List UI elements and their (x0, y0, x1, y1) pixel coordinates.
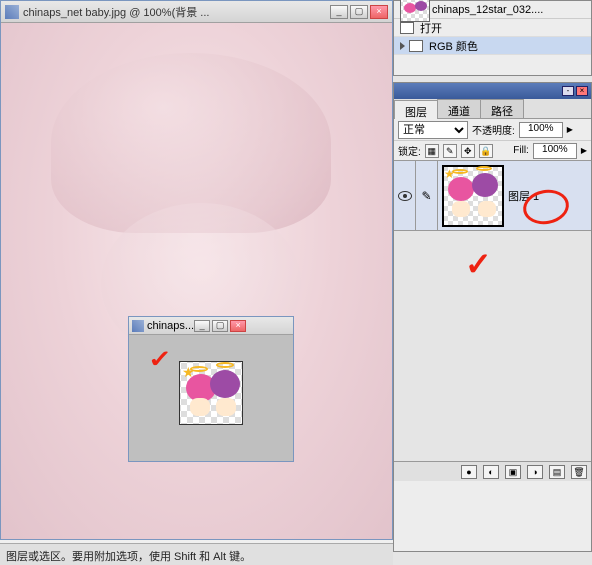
small-document-window: chinaps... _ ▢ × ★ (128, 316, 294, 462)
new-layer-button[interactable]: ▤ (549, 465, 565, 479)
panel-header[interactable]: - × (394, 83, 591, 99)
history-panel: chinaps_12star_032.... 打开 RGB 颜色 (393, 0, 592, 76)
history-doc-name: chinaps_12star_032.... (432, 4, 543, 16)
history-item-label: RGB 颜色 (429, 38, 478, 54)
panel-tabs: 图层 通道 路径 (394, 99, 591, 119)
fill-flyout-icon[interactable]: ▶ (581, 146, 587, 155)
open-icon (400, 22, 414, 34)
angel-skin (216, 398, 236, 416)
small-titlebar[interactable]: chinaps... _ ▢ × (129, 317, 293, 335)
lock-move-icon[interactable]: ✥ (461, 144, 475, 158)
status-text: 图层或选区。要用附加选项，使用 Shift 和 Alt 键。 (6, 551, 251, 563)
history-item-open[interactable]: 打开 (394, 19, 591, 37)
opacity-input[interactable]: 100% (519, 122, 563, 138)
history-item-rgb[interactable]: RGB 颜色 (394, 37, 591, 55)
app-icon (5, 5, 19, 19)
maximize-button[interactable]: ▢ (350, 5, 368, 19)
lock-row: 锁定: ▦ ✎ ✥ 🔒 Fill: 100% ▶ (394, 141, 591, 161)
annotation-checkmark: ✓ (148, 345, 172, 374)
main-title: chinaps_net baby.jpg @ 100%(背景 ... (23, 4, 330, 20)
adjustment-layer-button[interactable]: ◑ (527, 465, 543, 479)
mode-icon (409, 40, 423, 52)
angel-skin (190, 398, 210, 416)
history-item-label: 打开 (420, 20, 442, 36)
active-layer-indicator[interactable]: ✎ (416, 161, 438, 230)
triangle-icon (400, 42, 405, 50)
lock-all-icon[interactable]: 🔒 (479, 144, 493, 158)
minimize-button[interactable]: _ (330, 5, 348, 19)
lock-label: 锁定: (398, 143, 421, 158)
blend-mode-select[interactable]: 正常 (398, 121, 468, 139)
angel-purple (210, 370, 240, 398)
opacity-label: 不透明度: (472, 122, 515, 137)
maximize-button[interactable]: ▢ (212, 320, 228, 332)
layer-footer: ● ◐ ▣ ◑ ▤ 🗑 (394, 461, 591, 481)
tab-channels[interactable]: 通道 (437, 99, 481, 118)
lock-paint-icon[interactable]: ✎ (443, 144, 457, 158)
minimize-button[interactable]: _ (194, 320, 210, 332)
app-icon (132, 320, 144, 332)
status-bar: 图层或选区。要用附加选项，使用 Shift 和 Alt 键。 (0, 543, 393, 565)
main-titlebar[interactable]: chinaps_net baby.jpg @ 100%(背景 ... _ ▢ × (1, 1, 392, 23)
angel-artwork[interactable]: ★ (179, 361, 243, 425)
close-button[interactable]: × (230, 320, 246, 332)
panel-minimize-button[interactable]: - (562, 86, 574, 96)
layers-panel: - × 图层 通道 路径 正常 不透明度: 100% ▶ 锁定: ▦ ✎ ✥ 🔒… (393, 82, 592, 552)
lock-transparency-icon[interactable]: ▦ (425, 144, 439, 158)
fill-input[interactable]: 100% (533, 143, 577, 159)
delete-layer-button[interactable]: 🗑 (571, 465, 587, 479)
eye-icon (398, 191, 412, 201)
panel-close-button[interactable]: × (576, 86, 588, 96)
history-doc-thumb[interactable] (400, 0, 430, 22)
right-panels: chinaps_12star_032.... 打开 RGB 颜色 - × 图层 … (393, 0, 592, 565)
opacity-flyout-icon[interactable]: ▶ (567, 125, 573, 134)
halo-icon (216, 362, 234, 368)
layer-options-row: 正常 不透明度: 100% ▶ (394, 119, 591, 141)
brush-icon: ✎ (421, 189, 431, 203)
layer-mask-button[interactable]: ◐ (483, 465, 499, 479)
new-group-button[interactable]: ▣ (505, 465, 521, 479)
close-button[interactable]: × (370, 5, 388, 19)
annotation-checkmark: ✓ (465, 245, 492, 283)
visibility-toggle[interactable] (394, 161, 416, 230)
small-title: chinaps... (147, 320, 194, 332)
layer-style-button[interactable]: ● (461, 465, 477, 479)
tab-layers[interactable]: 图层 (394, 100, 438, 119)
fill-label: Fill: (513, 145, 529, 156)
history-header[interactable]: chinaps_12star_032.... (394, 1, 591, 19)
tab-paths[interactable]: 路径 (480, 99, 524, 118)
halo-icon (190, 366, 208, 372)
layer-thumbnail[interactable]: ★ (442, 165, 504, 227)
